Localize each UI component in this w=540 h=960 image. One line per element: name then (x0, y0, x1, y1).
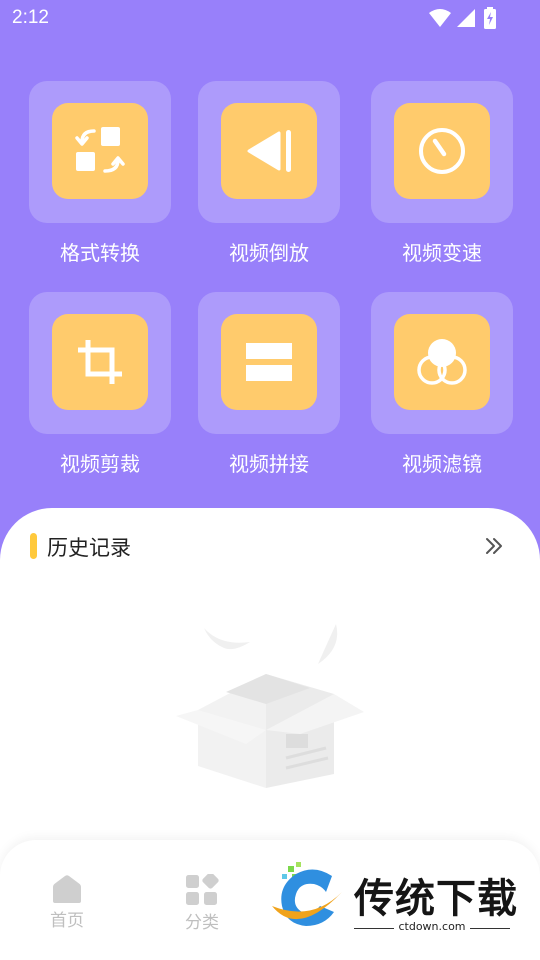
watermark: 传统下载 ctdown.com (268, 862, 530, 944)
tool-filter-tile (394, 314, 490, 410)
status-bar: 2:12 (0, 0, 540, 36)
nav-category-label: 分类 (185, 913, 219, 933)
tool-filter-label: 视频滤镜 (402, 452, 482, 476)
splice-icon (246, 343, 292, 381)
tool-crop-label: 视频剪裁 (60, 452, 140, 476)
empty-box-illustration (176, 624, 364, 788)
tool-splice[interactable] (198, 292, 340, 434)
tool-speed-tile (394, 103, 490, 199)
tool-splice-label: 视频拼接 (229, 452, 309, 476)
battery-icon (484, 7, 496, 29)
signal-icon (457, 9, 475, 27)
category-icon (186, 874, 219, 905)
wifi-icon (429, 9, 451, 27)
tool-format-convert[interactable] (29, 81, 171, 223)
tool-crop-tile (52, 314, 148, 410)
filter-icon (417, 339, 467, 385)
nav-home[interactable]: 首页 (27, 874, 107, 931)
tool-splice-tile (221, 314, 317, 410)
tool-speed[interactable] (371, 81, 513, 223)
tool-format-convert-label: 格式转换 (60, 241, 140, 265)
tool-crop[interactable] (29, 292, 171, 434)
crop-icon (78, 340, 122, 384)
tool-reverse-play-label: 视频倒放 (229, 241, 309, 265)
tool-reverse-play[interactable] (198, 81, 340, 223)
nav-home-label: 首页 (50, 911, 84, 931)
tool-reverse-play-tile (221, 103, 317, 199)
watermark-domain: ctdown.com (398, 920, 466, 933)
watermark-rule-right (470, 928, 510, 929)
tool-filter[interactable] (371, 292, 513, 434)
watermark-brand: 传统下载 (354, 876, 518, 922)
format-convert-icon (75, 127, 125, 173)
watermark-logo (272, 862, 342, 926)
double-chevron-right-icon[interactable] (480, 532, 508, 560)
tool-format-convert-tile (52, 103, 148, 199)
home-icon (53, 875, 81, 903)
speed-gauge-icon (419, 128, 465, 174)
nav-category[interactable]: 分类 (162, 874, 242, 933)
tool-speed-label: 视频变速 (402, 241, 482, 265)
reverse-play-icon (247, 130, 291, 172)
history-accent-bar (30, 533, 37, 559)
status-time: 2:12 (12, 7, 49, 28)
history-title: 历史记录 (47, 536, 131, 560)
